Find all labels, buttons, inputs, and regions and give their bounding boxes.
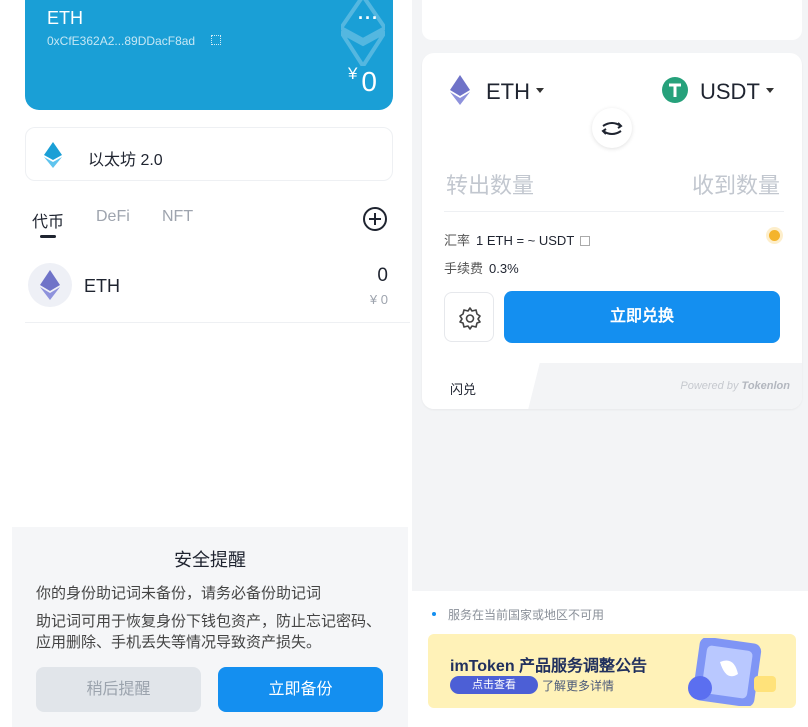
eth-chain-icon	[44, 142, 62, 168]
powered-by: Powered by Tokenlon	[680, 380, 790, 392]
service-unavailable-text: 服务在当前国家或地区不可用	[432, 606, 604, 623]
tab-label: DeFi	[96, 208, 130, 225]
add-token-icon[interactable]	[362, 206, 388, 232]
bullet-dot-icon	[432, 612, 436, 616]
more-options-button[interactable]: ···	[358, 8, 379, 29]
wallet-balance: ¥0	[348, 64, 377, 98]
receive-amount-input[interactable]: 收到数量	[692, 168, 780, 200]
wallet-name: ETH	[47, 8, 83, 28]
remind-later-button[interactable]: 稍后提醒	[36, 667, 201, 712]
sheet-description: 助记词可用于恢复身份下钱包资产，防止忘记密码、应用删除、手机丢失等情况导致资产损…	[36, 613, 382, 651]
to-token-selector[interactable]: USDT	[662, 75, 780, 109]
swap-card: ETH USDT 转出数量 收到数量 汇率 1 ETH = ~ USDT 手续费 0…	[422, 53, 802, 409]
tab-nft[interactable]: NFT	[162, 208, 193, 226]
send-amount-input[interactable]: 转出数量	[446, 168, 534, 200]
token-fiat-value: ¥ 0	[369, 292, 388, 307]
swap-footer: 闪兑 Powered by Tokenlon	[422, 363, 802, 409]
wallet-pane: ETH 0xCfE362A2...89DDacF8ad ··· ¥0 以太坊 2…	[0, 0, 410, 727]
wallet-address[interactable]: 0xCfE362A2...89DDacF8ad	[47, 34, 195, 48]
from-token-label: ETH	[486, 79, 544, 105]
sheet-warning: 你的身份助记词未备份，请务必备份助记词	[36, 585, 322, 602]
tab-defi[interactable]: DeFi	[96, 208, 130, 226]
status-dot-icon	[769, 230, 780, 241]
chain-label: 以太坊 2.0	[88, 152, 163, 169]
fee-info: 手续费 0.3%	[444, 261, 519, 276]
active-tab-indicator	[40, 235, 56, 238]
swap-now-button[interactable]: 立即兑换	[504, 291, 780, 343]
sheet-title: 安全提醒	[174, 550, 246, 570]
chevron-down-icon	[536, 88, 544, 93]
flash-swap-tab-label: 闪兑	[450, 382, 477, 397]
chain-selector[interactable]: 以太坊 2.0	[25, 127, 393, 181]
swap-pane: ETH USDT 转出数量 收到数量 汇率 1 ETH = ~ USDT 手续费 0…	[412, 0, 808, 727]
tab-label: 代币	[32, 214, 65, 231]
banner-title: imToken 产品服务调整公告	[450, 658, 648, 675]
divider	[444, 211, 784, 212]
exchange-rate: 汇率 1 ETH = ~ USDT	[444, 230, 591, 249]
balance-value: 0	[361, 66, 377, 97]
announcement-banner[interactable]: imToken 产品服务调整公告 点击查看 了解更多详情	[428, 634, 796, 708]
wallet-card[interactable]: ETH 0xCfE362A2...89DDacF8ad ··· ¥0	[25, 0, 393, 110]
backup-now-button[interactable]: 立即备份	[218, 667, 383, 712]
notice-section: 服务在当前国家或地区不可用 imToken 产品服务调整公告 点击查看 了解更多…	[412, 591, 808, 727]
eth-token-icon	[28, 263, 72, 307]
swap-direction-button[interactable]	[592, 108, 632, 148]
tab-label: NFT	[162, 208, 194, 225]
gear-icon	[459, 307, 481, 330]
to-token-label: USDT	[700, 79, 774, 105]
usdt-icon	[662, 77, 688, 103]
token-amount: 0	[377, 265, 388, 286]
settings-button[interactable]	[444, 292, 494, 342]
token-row[interactable]: ETH 0 ¥ 0	[25, 255, 410, 323]
swap-arrows-icon	[601, 122, 623, 135]
currency-symbol: ¥	[347, 64, 358, 83]
learn-more-link[interactable]: 了解更多详情	[542, 677, 614, 694]
announcement-illustration-icon	[688, 638, 776, 706]
chevron-down-icon	[765, 88, 774, 93]
tab-tokens[interactable]: 代币	[32, 208, 65, 238]
view-button[interactable]: 点击查看	[450, 676, 538, 694]
eth-icon	[450, 75, 470, 105]
token-symbol: ETH	[84, 276, 120, 296]
asset-tabs: 代币 DeFi NFT	[32, 206, 392, 240]
top-card	[422, 0, 802, 40]
external-link-icon[interactable]	[580, 236, 591, 246]
qr-code-icon[interactable]	[211, 35, 221, 45]
backup-reminder-sheet: 安全提醒 你的身份助记词未备份，请务必备份助记词 助记词可用于恢复身份下钱包资产…	[12, 527, 408, 727]
